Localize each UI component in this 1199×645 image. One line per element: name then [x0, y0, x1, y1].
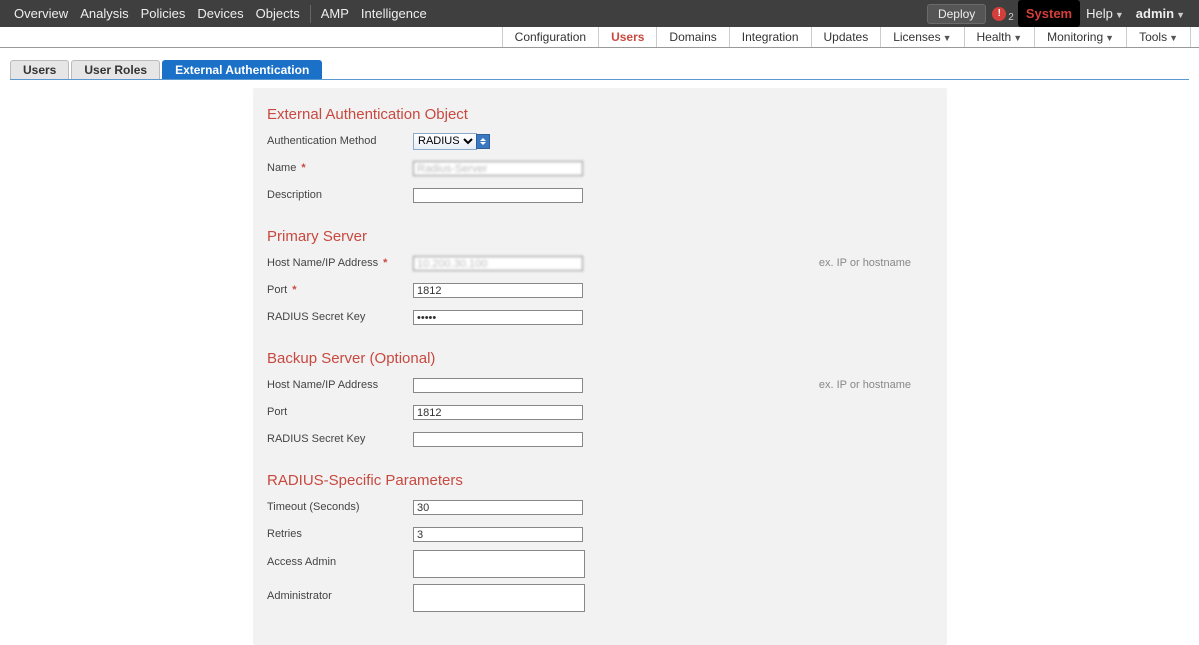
- retries-input[interactable]: [413, 527, 583, 542]
- subnav-monitoring-label: Monitoring: [1047, 30, 1103, 44]
- chevron-down-icon: ▼: [943, 33, 952, 43]
- tab-users[interactable]: Users: [10, 60, 69, 79]
- nav-separator: [310, 5, 311, 23]
- subnav-monitoring[interactable]: Monitoring▼: [1034, 27, 1126, 47]
- top-nav: Overview Analysis Policies Devices Objec…: [0, 0, 1199, 27]
- label-name: Name *: [267, 162, 413, 174]
- description-input[interactable]: [413, 188, 583, 203]
- tab-external-authentication[interactable]: External Authentication: [162, 60, 322, 79]
- backup-secret-input[interactable]: [413, 432, 583, 447]
- chevron-down-icon: ▼: [1105, 33, 1114, 43]
- subnav-users[interactable]: Users: [598, 27, 656, 47]
- chevron-down-icon: ▼: [1013, 33, 1022, 43]
- subnav-tools[interactable]: Tools▼: [1126, 27, 1191, 47]
- nav-policies[interactable]: Policies: [135, 0, 192, 27]
- subnav-domains[interactable]: Domains: [656, 27, 728, 47]
- tab-user-roles[interactable]: User Roles: [71, 60, 160, 79]
- label-backup-secret: RADIUS Secret Key: [267, 433, 413, 445]
- subnav-integration[interactable]: Integration: [729, 27, 811, 47]
- label-backup-port: Port: [267, 406, 413, 418]
- subnav-health-label: Health: [977, 30, 1012, 44]
- section-backup-server: Backup Server (Optional): [267, 350, 933, 367]
- alert-icon: !: [992, 7, 1006, 21]
- top-nav-left: Overview Analysis Policies Devices Objec…: [8, 0, 433, 27]
- alert-indicator[interactable]: ! 2: [992, 7, 1014, 21]
- tertiary-nav: Users User Roles External Authentication: [10, 60, 1189, 80]
- auth-method-select-inner[interactable]: RADIUS: [413, 133, 477, 150]
- label-primary-host: Host Name/IP Address *: [267, 257, 413, 269]
- tertiary-nav-wrap: Users User Roles External Authentication: [0, 60, 1199, 80]
- nav-objects[interactable]: Objects: [250, 0, 306, 27]
- label-backup-host: Host Name/IP Address: [267, 379, 413, 391]
- subnav-health[interactable]: Health▼: [964, 27, 1035, 47]
- section-radius-params: RADIUS-Specific Parameters: [267, 472, 933, 489]
- name-input[interactable]: [413, 161, 583, 176]
- nav-system[interactable]: System: [1018, 0, 1080, 27]
- label-primary-port: Port *: [267, 284, 413, 296]
- subnav-updates[interactable]: Updates: [811, 27, 881, 47]
- sub-nav: Configuration Users Domains Integration …: [0, 27, 1199, 48]
- subnav-configuration[interactable]: Configuration: [502, 27, 598, 47]
- top-nav-right: Deploy ! 2 System Help▼ admin▼: [927, 0, 1191, 27]
- nav-help-label: Help: [1086, 6, 1113, 21]
- nav-amp[interactable]: AMP: [315, 0, 355, 27]
- nav-devices[interactable]: Devices: [191, 0, 249, 27]
- nav-admin-label: admin: [1136, 6, 1174, 21]
- nav-analysis[interactable]: Analysis: [74, 0, 134, 27]
- chevron-down-icon: ▼: [1169, 33, 1178, 43]
- label-administrator: Administrator: [267, 584, 413, 602]
- section-primary-server: Primary Server: [267, 228, 933, 245]
- backup-host-input[interactable]: [413, 378, 583, 393]
- subnav-tools-label: Tools: [1139, 30, 1167, 44]
- hint-backup-host: ex. IP or hostname: [819, 379, 933, 391]
- primary-host-input[interactable]: [413, 256, 583, 271]
- label-description: Description: [267, 189, 413, 201]
- subnav-licenses-label: Licenses: [893, 30, 940, 44]
- stepper-icon: [476, 134, 490, 149]
- label-access-admin: Access Admin: [267, 550, 413, 568]
- primary-secret-input[interactable]: [413, 310, 583, 325]
- auth-method-select[interactable]: RADIUS: [413, 133, 490, 150]
- label-timeout: Timeout (Seconds): [267, 501, 413, 513]
- timeout-input[interactable]: [413, 500, 583, 515]
- nav-help[interactable]: Help▼: [1080, 0, 1130, 27]
- administrator-input[interactable]: [413, 584, 585, 612]
- subnav-licenses[interactable]: Licenses▼: [880, 27, 963, 47]
- label-retries: Retries: [267, 528, 413, 540]
- deploy-button[interactable]: Deploy: [927, 4, 986, 24]
- nav-overview[interactable]: Overview: [8, 0, 74, 27]
- section-external-auth: External Authentication Object: [267, 106, 933, 123]
- access-admin-input[interactable]: [413, 550, 585, 578]
- alert-count: 2: [1008, 12, 1014, 23]
- label-auth-method: Authentication Method: [267, 135, 413, 147]
- primary-port-input[interactable]: [413, 283, 583, 298]
- label-primary-secret: RADIUS Secret Key: [267, 311, 413, 323]
- backup-port-input[interactable]: [413, 405, 583, 420]
- hint-primary-host: ex. IP or hostname: [819, 257, 933, 269]
- nav-admin[interactable]: admin▼: [1130, 0, 1191, 27]
- chevron-down-icon: ▼: [1176, 10, 1185, 20]
- nav-intelligence[interactable]: Intelligence: [355, 0, 433, 27]
- form-panel: External Authentication Object Authentic…: [253, 88, 947, 645]
- chevron-down-icon: ▼: [1115, 10, 1124, 20]
